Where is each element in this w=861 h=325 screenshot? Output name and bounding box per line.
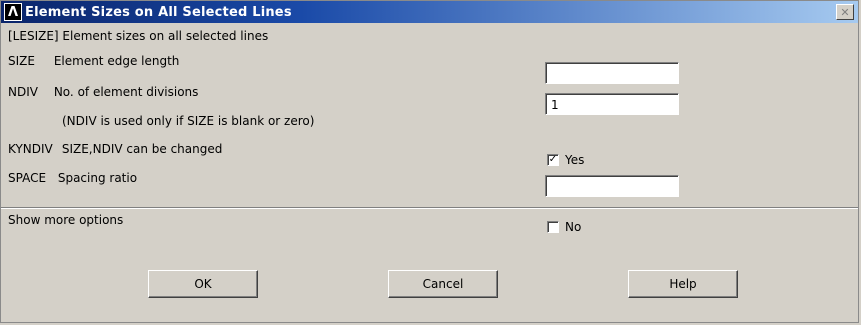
- more-options-label: Show more options: [8, 213, 124, 227]
- space-code: SPACE: [8, 171, 47, 185]
- kyndiv-checkbox[interactable]: ✓: [547, 154, 559, 166]
- section-divider: [1, 207, 858, 209]
- more-options-option-label: No: [565, 220, 582, 234]
- more-options-checkbox-group[interactable]: No: [547, 220, 581, 234]
- more-options-checkbox[interactable]: [547, 221, 559, 233]
- kyndiv-checkbox-group[interactable]: ✓ Yes: [547, 153, 584, 167]
- kyndiv-option-label: Yes: [565, 153, 585, 167]
- kyndiv-label: SIZE,NDIV can be changed: [61, 142, 223, 156]
- ansys-logo-icon: Λ: [4, 3, 22, 21]
- size-label-row: SIZE Element edge length: [8, 54, 179, 68]
- title-bar[interactable]: Λ Element Sizes on All Selected Lines ✕: [1, 1, 858, 23]
- cancel-button[interactable]: Cancel: [388, 270, 498, 298]
- command-header: [LESIZE] Element sizes on all selected l…: [8, 29, 269, 43]
- help-button[interactable]: Help: [628, 270, 738, 298]
- window-title: Element Sizes on All Selected Lines: [25, 4, 292, 20]
- dialog-window: Λ Element Sizes on All Selected Lines ✕ …: [0, 0, 859, 323]
- space-input[interactable]: [545, 175, 679, 197]
- space-label-row: SPACE Spacing ratio: [8, 171, 137, 185]
- close-button[interactable]: ✕: [836, 4, 854, 20]
- ndiv-label: No. of element divisions: [53, 85, 199, 99]
- ndiv-note: (NDIV is used only if SIZE is blank or z…: [62, 114, 315, 128]
- close-icon: ✕: [840, 5, 850, 19]
- space-label: Spacing ratio: [57, 171, 138, 185]
- ndiv-label-row: NDIV No. of element divisions: [8, 85, 198, 99]
- ndiv-code: NDIV: [8, 85, 38, 99]
- ndiv-input[interactable]: 1: [545, 93, 679, 115]
- logo-glyph: Λ: [7, 4, 19, 20]
- size-input[interactable]: [545, 62, 679, 84]
- checkmark-icon: ✓: [548, 154, 558, 165]
- size-code: SIZE: [8, 54, 35, 68]
- kyndiv-code: KYNDIV: [8, 142, 53, 156]
- ok-button[interactable]: OK: [148, 270, 258, 298]
- size-label: Element edge length: [53, 54, 180, 68]
- kyndiv-label-row: KYNDIV SIZE,NDIV can be changed: [8, 142, 222, 156]
